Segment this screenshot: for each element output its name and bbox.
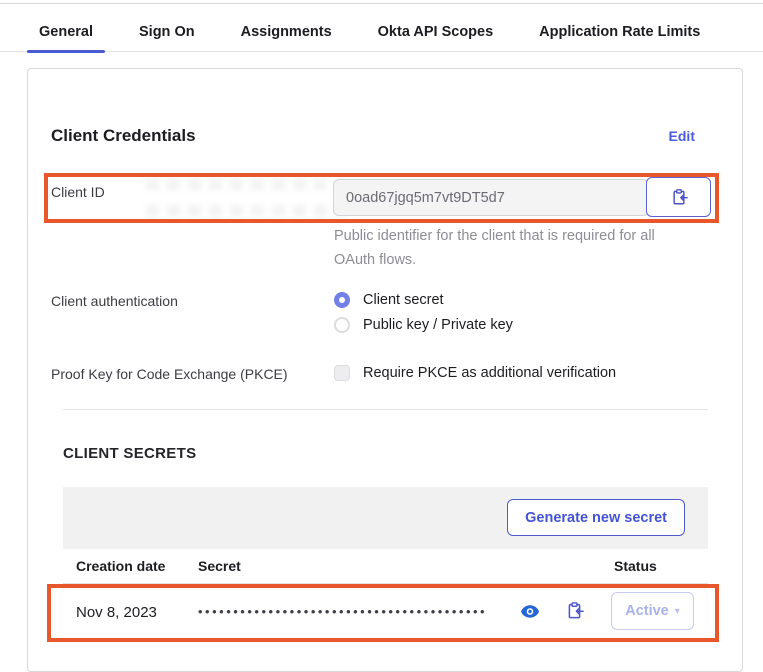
status-label: Active [625,603,669,619]
general-settings-card: Client Credentials Edit Client ID Public… [27,68,743,672]
copy-secret-button[interactable] [565,599,585,621]
clipboard-copy-icon [670,188,688,206]
masked-secret-value: ••••••••••••••••••••••••••••••••••••••••… [198,604,487,619]
status-dropdown[interactable]: Active ▾ [611,592,694,630]
client-credentials-title: Client Credentials [51,126,196,146]
eye-icon [520,604,542,619]
reveal-secret-button[interactable] [520,602,542,620]
tab-sign-on[interactable]: Sign On [127,12,207,52]
radio-public-private-key[interactable]: Public key / Private key [334,317,513,333]
tab-application-rate-limits[interactable]: Application Rate Limits [527,12,712,52]
pkce-option-label: Require PKCE as additional verification [363,365,616,381]
tab-assignments[interactable]: Assignments [229,12,344,52]
pkce-checkbox-row[interactable]: Require PKCE as additional verification [334,365,616,381]
client-secrets-title: CLIENT SECRETS [63,445,196,462]
column-header-secret: Secret [198,558,241,574]
app-tab-bar: General Sign On Assignments Okta API Sco… [0,12,763,52]
copy-client-id-button[interactable] [646,177,711,217]
redaction-smudge [146,179,326,190]
client-id-label: Client ID [51,184,105,200]
generate-new-secret-button[interactable]: Generate new secret [507,499,685,536]
clipboard-copy-icon [565,601,585,620]
page-top-divider [0,3,763,4]
checkbox-unchecked-icon[interactable] [334,365,350,381]
pkce-label: Proof Key for Code Exchange (PKCE) [51,366,288,382]
edit-link[interactable]: Edit [669,128,695,144]
tab-general[interactable]: General [27,12,105,52]
chevron-down-icon: ▾ [675,606,680,617]
secrets-table-header: Creation date Secret Status [63,549,708,584]
client-id-input[interactable] [333,179,649,216]
client-secrets-toolbar: Generate new secret [63,487,708,549]
tab-okta-api-scopes[interactable]: Okta API Scopes [366,12,506,52]
secret-creation-date: Nov 8, 2023 [76,604,157,621]
radio-unselected-icon[interactable] [334,317,350,333]
table-row: Nov 8, 2023 ••••••••••••••••••••••••••••… [63,584,708,642]
radio-public-private-key-label: Public key / Private key [363,317,513,333]
radio-client-secret-label: Client secret [363,292,444,308]
radio-selected-icon[interactable] [334,292,350,308]
redaction-smudge [146,205,346,216]
column-header-status: Status [614,558,657,574]
radio-client-secret[interactable]: Client secret [334,292,444,308]
client-authentication-label: Client authentication [51,293,178,309]
column-header-creation-date: Creation date [76,558,165,574]
client-id-help-text: Public identifier for the client that is… [334,224,670,272]
section-divider [63,409,708,410]
